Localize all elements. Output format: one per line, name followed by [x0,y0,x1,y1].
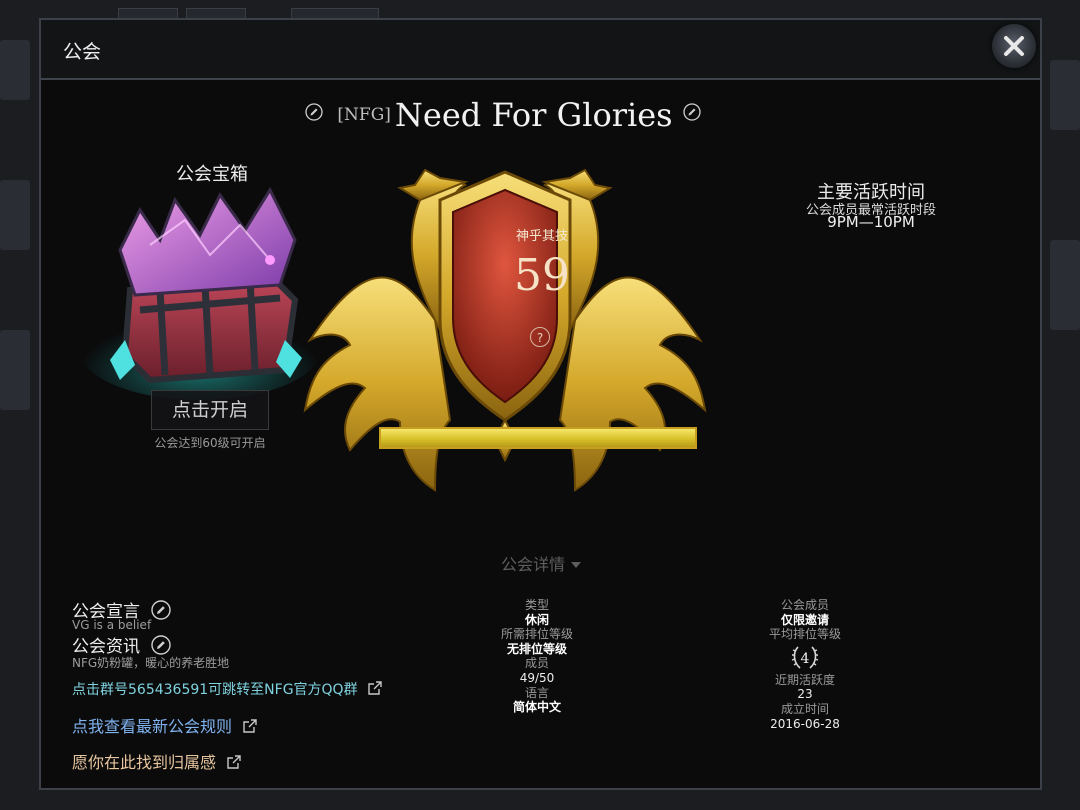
type-label: 类型 [524,598,549,612]
guild-tag: [NFG] [337,105,391,125]
qq-group-link[interactable]: 点击群号565436591可跳转至NFG官方QQ群 [72,679,382,699]
membership-value: 仅限邀请 [780,612,829,627]
qq-group-link-text: 点击群号565436591可跳转至NFG官方QQ群 [72,682,358,698]
bg-strip [0,40,30,100]
activity-label: 近期活跃度 [774,672,835,687]
guild-rules-link-text: 点我查看最新公会规则 [72,717,233,736]
active-time-value: 9PM—10PM [827,213,915,231]
bg-strip [0,330,30,410]
activity-value: 23 [797,687,813,702]
language-value: 简体中文 [512,700,561,715]
close-icon [1004,36,1024,56]
external-link-icon [227,755,241,769]
external-link-icon [243,719,257,733]
details-toggle[interactable]: 公会详情 [476,551,606,575]
founded-label: 成立时间 [780,701,829,716]
type-value: 休闲 [524,612,549,627]
caret-down-icon [571,562,581,568]
founded-value: 2016-06-28 [770,716,840,731]
guild-rank-emblem [303,168,707,492]
edit-manifesto-icon[interactable] [151,600,172,620]
language-label: 语言 [524,685,549,700]
edit-name-icon[interactable] [683,103,701,121]
bg-strip [0,180,30,250]
guild-info-column: 类型 休闲 所需排位等级 无排位等级 成员 49/50 语言 简体中文 [467,598,607,715]
guild-title: [NFG] Need For Glories [288,96,718,134]
rank-help-button[interactable]: ? [530,327,550,347]
edit-name-icon[interactable] [305,103,323,121]
members-value: 49/50 [519,670,555,685]
guild-rules-link[interactable]: 点我查看最新公会规则 [72,713,257,737]
average-rank-value: 4 [801,651,810,667]
bg-strip [1050,60,1080,130]
rank-level: 59 [514,250,570,301]
details-label: 公会详情 [500,555,565,574]
belonging-link-text: 愿你在此找到归属感 [72,753,217,772]
modal-header: 公会 [41,20,1040,80]
guild-progress-bar [379,427,697,449]
bg-strip [1050,240,1080,330]
manifesto-text: VG is a belief [72,618,152,632]
guild-stats-column: 公会成员 仅限邀请 平均排位等级 4 近期活跃度 23 成立时间 2016-06… [735,598,875,731]
members-label: 成员 [524,656,549,671]
belonging-link[interactable]: 愿你在此找到归属感 [72,749,241,773]
modal-title: 公会 [63,41,102,63]
close-button[interactable] [992,24,1036,68]
average-rank-laurel-icon: 4 [791,646,819,669]
rank-name: 神乎其技 [515,229,568,244]
guild-progress-fill [381,429,695,447]
rank-requirement-value: 无排位等级 [506,641,567,656]
membership-label: 公会成员 [780,598,829,612]
news-text: NFG奶粉罐，暖心的养老胜地 [72,656,230,670]
rank-requirement-label: 所需排位等级 [500,627,573,642]
edit-news-icon[interactable] [151,635,172,655]
guild-name: Need For Glories [394,96,673,134]
average-rank-label: 平均排位等级 [768,627,841,642]
external-link-icon [368,681,382,695]
